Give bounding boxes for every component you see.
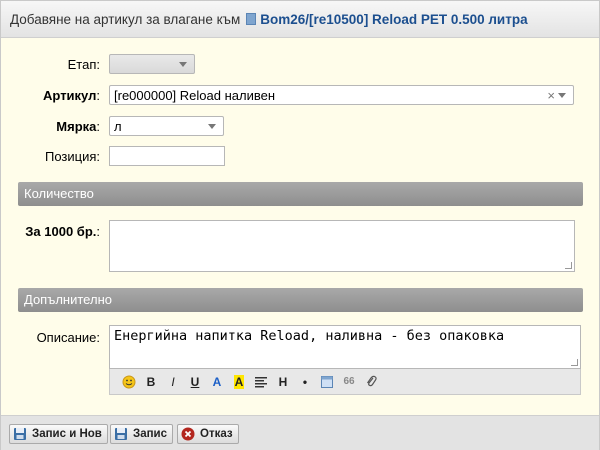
paperclip-icon[interactable] (360, 372, 382, 392)
per1000-label: За 1000 бр.: (25, 224, 100, 239)
cancel-icon (181, 427, 195, 441)
position-input[interactable] (109, 146, 225, 166)
chevron-down-icon (179, 62, 187, 67)
italic-button[interactable]: I (162, 372, 184, 392)
document-icon (246, 13, 257, 25)
add-article-dialog: Добавяне на артикул за влагане към Bom26… (0, 0, 600, 450)
align-icon[interactable] (250, 372, 272, 392)
unit-value: л (114, 119, 122, 134)
description-value: Енергийна напитка Reload, наливна - без … (114, 328, 505, 344)
table-icon[interactable] (316, 372, 338, 392)
position-label: Позиция: (44, 149, 100, 164)
highlight-button[interactable]: A (228, 372, 250, 392)
clear-icon[interactable]: × (547, 88, 555, 103)
bullet-button[interactable]: • (294, 372, 316, 392)
article-label: Артикул: (43, 88, 100, 103)
article-value: [re000000] Reload наливен (114, 88, 276, 103)
extra-section-header: Допълнително (18, 288, 583, 312)
dialog-title: Добавяне на артикул за влагане към (10, 11, 241, 27)
per1000-textarea[interactable] (109, 220, 575, 272)
save-button[interactable]: Запис (110, 424, 174, 444)
quantity-section-header: Количество (18, 182, 583, 206)
underline-button[interactable]: U (184, 372, 206, 392)
save-icon (14, 428, 26, 440)
description-label: Описание: (36, 330, 100, 345)
bom-link[interactable]: Bom26/[re10500] Reload PET 0.500 литра (260, 12, 527, 27)
dialog-footer: Запис и Нов Запис Отказ (1, 415, 599, 450)
description-textarea[interactable]: Енергийна напитка Reload, наливна - без … (109, 325, 581, 369)
heading-button[interactable]: H (272, 372, 294, 392)
article-select[interactable]: [re000000] Reload наливен × (109, 85, 574, 105)
cancel-button[interactable]: Отказ (177, 424, 239, 444)
dialog-title-bar: Добавяне на артикул за влагане към Bom26… (1, 1, 599, 38)
font-color-button[interactable]: A (206, 372, 228, 392)
unit-select[interactable]: л (109, 116, 224, 136)
resize-handle-icon[interactable] (565, 262, 572, 269)
bold-button[interactable]: B (140, 372, 162, 392)
save-and-new-button[interactable]: Запис и Нов (9, 424, 108, 444)
smiley-icon[interactable] (118, 372, 140, 392)
richtext-toolbar: B I U A A H • 66 (109, 369, 581, 395)
stage-label: Етап: (67, 57, 100, 72)
chevron-down-icon (208, 124, 216, 129)
unit-label: Мярка: (56, 119, 100, 134)
chevron-down-icon (558, 93, 566, 98)
save-icon (115, 428, 127, 440)
quote-button[interactable]: 66 (338, 372, 360, 392)
stage-select[interactable] (109, 54, 195, 74)
resize-handle-icon[interactable] (571, 359, 578, 366)
